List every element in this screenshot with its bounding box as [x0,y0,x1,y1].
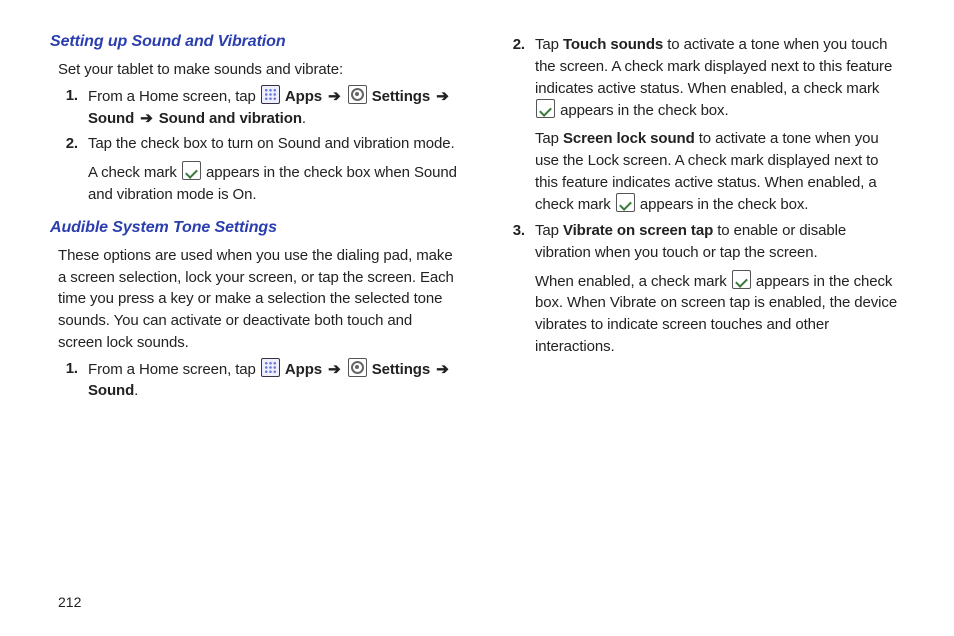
step-number: 3. [497,220,535,242]
left-column: Setting up Sound and Vibration Set your … [50,30,457,406]
checkmark-icon [732,270,751,289]
steps-audible-tone: 1. From a Home screen, tap Apps ➔ Settin… [50,358,457,403]
step-number: 2. [50,133,88,155]
arrow-icon: ➔ [436,361,448,378]
period: . [302,110,306,127]
intro-text: Set your tablet to make sounds and vibra… [58,59,457,81]
section-description: These options are used when you use the … [58,245,457,354]
step-3-text-b: When enabled, a check mark appears in th… [535,270,904,358]
label-screen-lock-sound: Screen lock sound [563,130,695,147]
manual-page: Setting up Sound and Vibration Set your … [0,0,954,636]
text-fragment: appears in the check box. [560,102,728,119]
step-2: 2. Tap the check box to turn on Sound an… [50,133,457,205]
label-settings: Settings [372,88,430,105]
arrow-icon: ➔ [436,88,448,105]
step-number: 2. [497,34,535,56]
settings-icon [348,85,367,104]
checkmark-icon [536,99,555,118]
period: . [134,382,138,399]
steps-setup-sound: 1. From a Home screen, tap Apps ➔ Settin… [50,85,457,206]
label-settings: Settings [372,361,430,378]
step-2-text-a: Tap the check box to turn on Sound and v… [88,133,457,155]
settings-icon [348,358,367,377]
text-fragment: Tap [535,130,563,147]
step-number: 1. [50,358,88,380]
text-fragment: From a Home screen, tap [88,361,260,378]
step-1-text: From a Home screen, tap Apps ➔ Settings … [88,358,457,403]
apps-icon [261,85,280,104]
text-fragment: Tap [535,222,563,239]
arrow-icon: ➔ [328,88,340,105]
text-fragment: Tap [535,36,563,53]
text-fragment: A check mark [88,164,181,181]
step-3-text-a: Tap Vibrate on screen tap to enable or d… [535,220,904,264]
arrow-icon: ➔ [140,110,152,127]
apps-icon [261,358,280,377]
two-column-layout: Setting up Sound and Vibration Set your … [50,30,904,406]
label-sound-and-vibration: Sound and vibration [159,110,302,127]
label-apps: Apps [285,88,322,105]
checkmark-icon [182,161,201,180]
step-2: 2. Tap Touch sounds to activate a tone w… [497,34,904,216]
label-touch-sounds: Touch sounds [563,36,663,53]
label-sound: Sound [88,382,134,399]
label-sound: Sound [88,110,134,127]
step-2-text-b: A check mark appears in the check box wh… [88,161,457,206]
section-heading-sound-vibration: Setting up Sound and Vibration [50,30,457,53]
step-1: 1. From a Home screen, tap Apps ➔ Settin… [50,85,457,130]
section-heading-audible-tone: Audible System Tone Settings [50,216,457,239]
step-3: 3. Tap Vibrate on screen tap to enable o… [497,220,904,358]
right-column: 2. Tap Touch sounds to activate a tone w… [497,30,904,406]
page-number: 212 [58,594,81,610]
label-vibrate-on-screen-tap: Vibrate on screen tap [563,222,713,239]
step-2-touch-sounds: Tap Touch sounds to activate a tone when… [535,34,904,122]
text-fragment: When enabled, a check mark [535,273,731,290]
steps-continued: 2. Tap Touch sounds to activate a tone w… [497,34,904,358]
step-1-text: From a Home screen, tap Apps ➔ Settings … [88,85,457,130]
text-fragment: From a Home screen, tap [88,88,260,105]
arrow-icon: ➔ [328,361,340,378]
checkmark-icon [616,193,635,212]
text-fragment: appears in the check box. [640,196,808,213]
step-1: 1. From a Home screen, tap Apps ➔ Settin… [50,358,457,403]
label-apps: Apps [285,361,322,378]
step-number: 1. [50,85,88,107]
step-2-screen-lock-sound: Tap Screen lock sound to activate a tone… [535,128,904,216]
